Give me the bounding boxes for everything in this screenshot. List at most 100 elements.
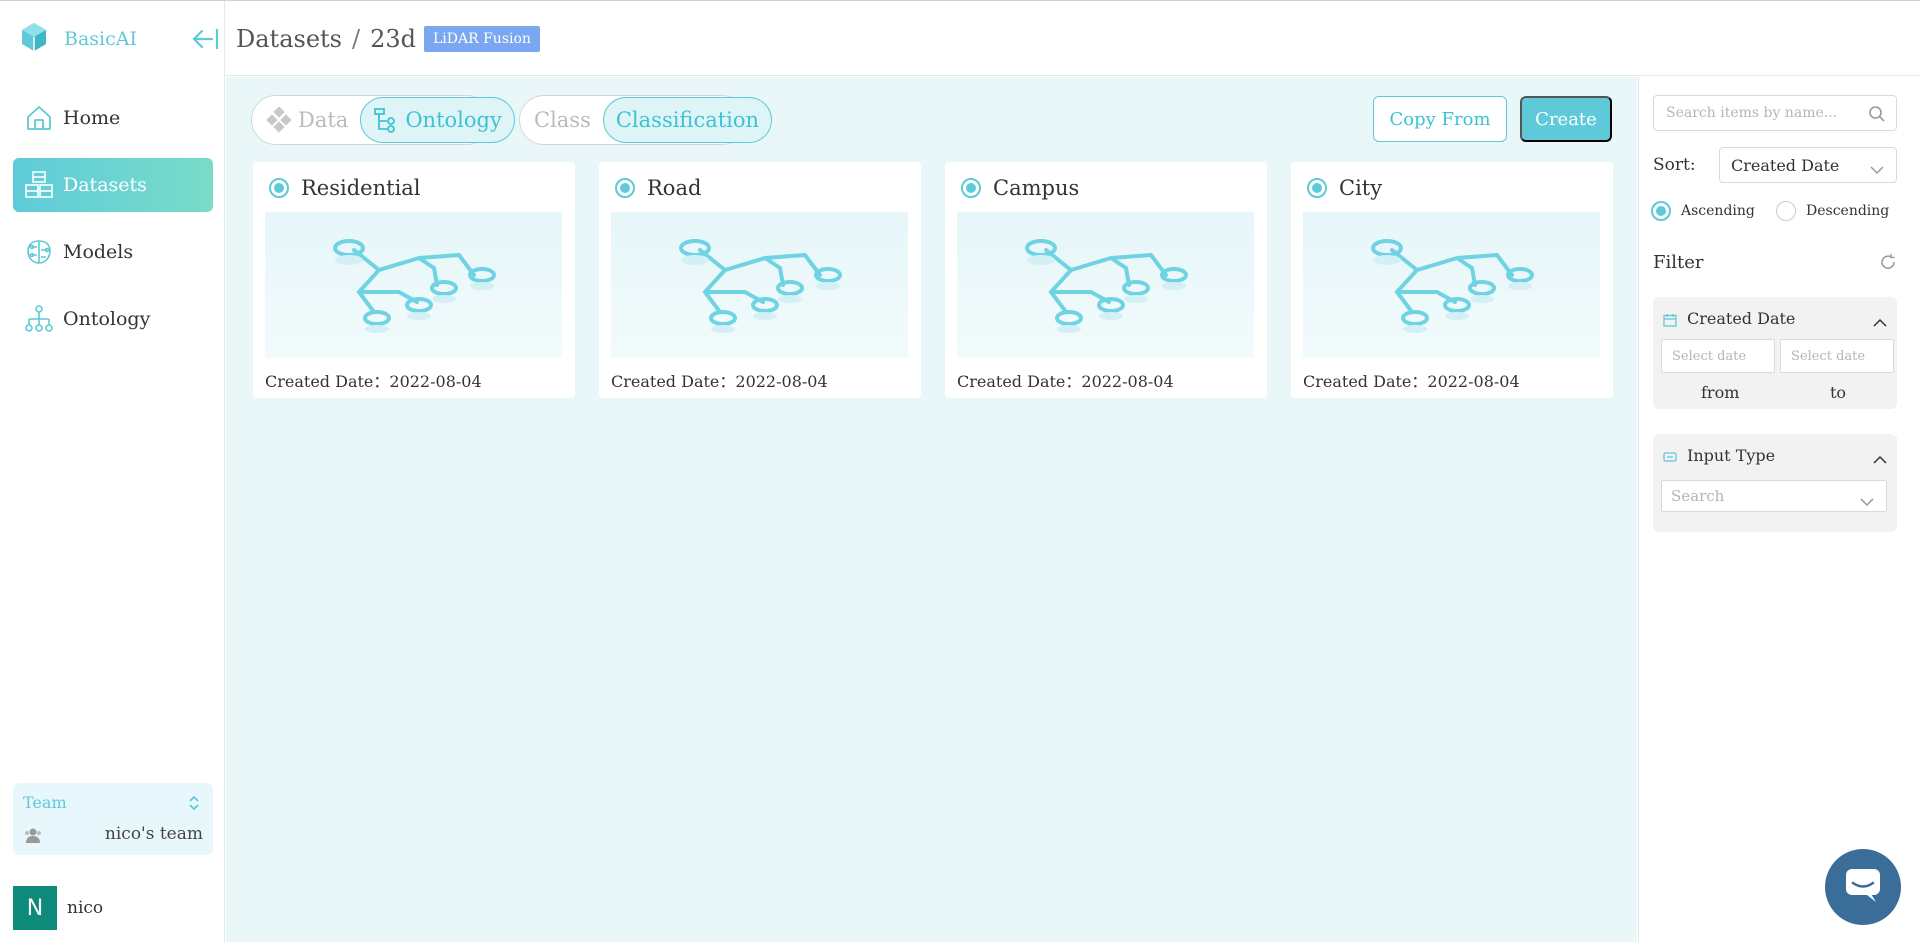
card-thumbnail: [957, 212, 1254, 358]
ontology-tree-illustration-icon: [1024, 239, 1188, 333]
classification-card[interactable]: Road Created Date：2022-08-04: [599, 162, 921, 398]
input-field-icon: [1663, 449, 1677, 463]
brand[interactable]: BasicAI: [18, 21, 137, 57]
date-to-input[interactable]: Select date: [1780, 339, 1894, 373]
ontology-tree-icon: [373, 107, 399, 133]
copy-from-button[interactable]: Copy From: [1373, 96, 1507, 142]
card-radio[interactable]: [615, 178, 635, 198]
tab-classification-label: Classification: [615, 108, 760, 132]
team-name: nico's team: [104, 824, 203, 844]
datasets-icon: [23, 169, 55, 201]
search-placeholder: Search items by name...: [1666, 105, 1838, 121]
nav-item-home[interactable]: Home: [13, 91, 213, 145]
input-type-placeholder: Search: [1671, 487, 1725, 505]
avatar[interactable]: N: [13, 886, 57, 930]
card-radio[interactable]: [1307, 178, 1327, 198]
created-date-filter-title: Created Date: [1687, 309, 1796, 328]
chevron-up-icon[interactable]: [1873, 313, 1887, 327]
breadcrumb-dataset-name: 23d: [370, 25, 416, 53]
chevron-down-icon: [1860, 492, 1874, 507]
card-header: Road: [615, 176, 701, 200]
sort-descending-option[interactable]: Descending: [1776, 201, 1889, 221]
breadcrumb: Datasets / 23d LiDAR Fusion: [236, 25, 540, 53]
input-type-filter: Input Type Search: [1653, 434, 1897, 532]
card-radio[interactable]: [961, 178, 981, 198]
chevron-down-icon: [1870, 160, 1884, 175]
basicai-logo-icon: [18, 21, 50, 57]
search-icon[interactable]: [1868, 105, 1886, 123]
card-thumbnail: [1303, 212, 1600, 358]
ontology-tree-illustration-icon: [332, 239, 496, 333]
tab-data[interactable]: Data: [254, 97, 360, 143]
classification-card[interactable]: Campus Created Date：2022-08-04: [945, 162, 1267, 398]
card-title: Residential: [301, 176, 421, 200]
ontology-icon: [23, 303, 55, 335]
breadcrumb-separator: /: [351, 25, 361, 53]
ascending-label: Ascending: [1681, 203, 1755, 219]
search-input[interactable]: Search items by name...: [1653, 95, 1897, 131]
input-type-filter-header[interactable]: Input Type: [1663, 446, 1775, 465]
card-title: Road: [647, 176, 702, 200]
chat-bubble-icon: [1843, 866, 1883, 908]
team-switcher[interactable]: Team nico's team: [13, 783, 213, 855]
tab-classification[interactable]: Classification: [602, 97, 773, 143]
team-members-icon: [23, 825, 43, 845]
card-created-date: Created Date：2022-08-04: [1303, 372, 1520, 391]
team-label: Team: [23, 793, 67, 812]
sidebar: BasicAI Home Datasets Models Ontology Te…: [0, 1, 225, 942]
view-tabs: Data Ontology: [251, 95, 515, 145]
card-created-date: Created Date：2022-08-04: [611, 372, 828, 391]
collapse-sidebar-icon[interactable]: [190, 27, 220, 51]
chat-support-button[interactable]: [1825, 849, 1901, 925]
user-name[interactable]: nico: [67, 898, 103, 918]
card-thumbnail: [611, 212, 908, 358]
create-button[interactable]: Create: [1520, 96, 1612, 142]
models-icon: [23, 236, 55, 268]
chevron-up-down-icon[interactable]: [187, 793, 201, 813]
classification-card[interactable]: City Created Date：2022-08-04: [1291, 162, 1613, 398]
card-title: City: [1339, 176, 1383, 200]
descending-radio[interactable]: [1776, 201, 1796, 221]
date-from-label: from: [1701, 383, 1740, 402]
descending-label: Descending: [1806, 203, 1890, 219]
tab-class[interactable]: Class: [522, 97, 603, 143]
filter-panel: Search items by name... Sort: Created Da…: [1638, 77, 1920, 942]
brand-name: BasicAI: [64, 28, 137, 50]
main-content: Data Ontology Class Classification Copy …: [226, 77, 1637, 942]
filter-label: Filter: [1653, 252, 1704, 273]
ascending-radio[interactable]: [1651, 201, 1671, 221]
input-type-filter-title: Input Type: [1687, 446, 1776, 465]
card-header: Campus: [961, 176, 1079, 200]
chevron-up-icon[interactable]: [1873, 450, 1887, 464]
data-diamond-icon: [266, 107, 292, 133]
tab-ontology[interactable]: Ontology: [360, 97, 515, 143]
breadcrumb-datasets[interactable]: Datasets: [236, 25, 342, 53]
sort-ascending-option[interactable]: Ascending: [1651, 201, 1755, 221]
date-to-label: to: [1830, 383, 1847, 402]
sort-label: Sort:: [1653, 155, 1696, 175]
card-thumbnail: [265, 212, 562, 358]
tab-ontology-label: Ontology: [405, 108, 502, 132]
nav-item-ontology[interactable]: Ontology: [13, 292, 213, 346]
card-created-date: Created Date：2022-08-04: [265, 372, 482, 391]
card-radio[interactable]: [269, 178, 289, 198]
nav-item-datasets[interactable]: Datasets: [13, 158, 213, 212]
ontology-kind-tabs: Class Classification: [519, 95, 773, 145]
date-from-input[interactable]: Select date: [1661, 339, 1775, 373]
tab-data-label: Data: [298, 108, 349, 132]
calendar-icon: [1663, 312, 1677, 327]
sort-select[interactable]: Created Date: [1719, 147, 1897, 183]
ontology-tree-illustration-icon: [678, 239, 842, 333]
tab-class-label: Class: [534, 108, 591, 132]
nav-label-ontology: Ontology: [63, 308, 151, 330]
ontology-tree-illustration-icon: [1370, 239, 1534, 333]
header: Datasets / 23d LiDAR Fusion: [226, 1, 1920, 76]
input-type-select[interactable]: Search: [1661, 480, 1887, 512]
card-created-date: Created Date：2022-08-04: [957, 372, 1174, 391]
nav-item-models[interactable]: Models: [13, 225, 213, 279]
reset-filter-icon[interactable]: [1879, 253, 1897, 271]
created-date-filter: Created Date Select date Select date fro…: [1653, 297, 1897, 409]
classification-card[interactable]: Residential Created Date：2022-08-04: [253, 162, 575, 398]
created-date-filter-header[interactable]: Created Date: [1663, 309, 1795, 328]
dataset-type-badge: LiDAR Fusion: [423, 26, 540, 52]
